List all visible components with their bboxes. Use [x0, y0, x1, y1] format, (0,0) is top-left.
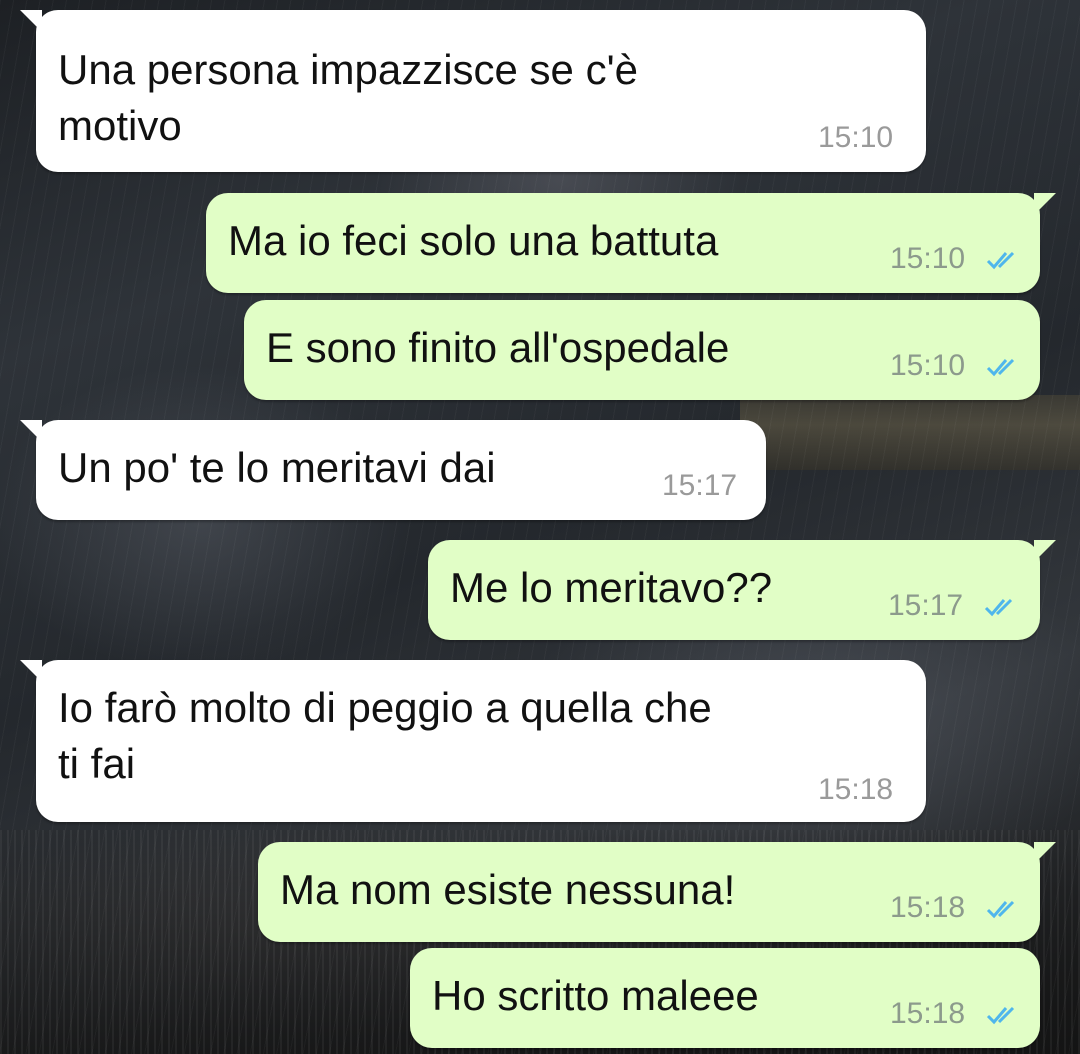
message-text: E sono finito all'ospedale: [266, 324, 730, 371]
message-time: 15:18: [818, 773, 894, 806]
double-check-icon: [986, 358, 1015, 377]
double-check-icon: [986, 1006, 1015, 1025]
double-check-icon: [986, 900, 1015, 919]
message-time: 15:10: [818, 121, 894, 154]
message-time: 15:10: [890, 242, 966, 275]
message-bubble-outgoing[interactable]: E sono finito all'ospedale 15:10: [244, 300, 1040, 400]
message-time: 15:18: [890, 997, 966, 1030]
message-bubble-outgoing[interactable]: Ma nom esiste nessuna! 15:18: [258, 842, 1056, 942]
chat-background: Una persona impazzisce se c'è motivo 15:…: [0, 0, 1080, 1054]
message-time: 15:17: [888, 589, 964, 622]
message-bubble-outgoing[interactable]: Ma io feci solo una battuta 15:10: [206, 193, 1056, 293]
message-text: Una persona impazzisce se c'è motivo: [58, 46, 638, 149]
message-time: 15:18: [890, 891, 966, 924]
message-text: Me lo meritavo??: [450, 564, 773, 611]
double-check-icon: [984, 598, 1013, 617]
message-text: Ma io feci solo una battuta: [228, 217, 719, 264]
message-bubble-incoming[interactable]: Un po' te lo meritavi dai 15:17: [20, 420, 766, 520]
message-text: Ho scritto maleee: [432, 972, 759, 1019]
message-bubble-outgoing[interactable]: Ho scritto maleee 15:18: [410, 948, 1040, 1048]
message-time: 15:10: [890, 349, 966, 382]
double-check-icon: [986, 251, 1015, 270]
message-bubble-outgoing[interactable]: Me lo meritavo?? 15:17: [428, 540, 1056, 640]
message-bubble-incoming[interactable]: Io farò molto di peggio a quella che ti …: [20, 660, 926, 822]
message-bubble-incoming[interactable]: Una persona impazzisce se c'è motivo 15:…: [20, 10, 926, 172]
message-time: 15:17: [662, 469, 738, 502]
message-text: Ma nom esiste nessuna!: [280, 866, 736, 913]
message-text: Un po' te lo meritavi dai: [58, 444, 496, 491]
message-text: Io farò molto di peggio a quella che ti …: [58, 684, 712, 787]
wallpaper-belt: [740, 395, 1080, 470]
